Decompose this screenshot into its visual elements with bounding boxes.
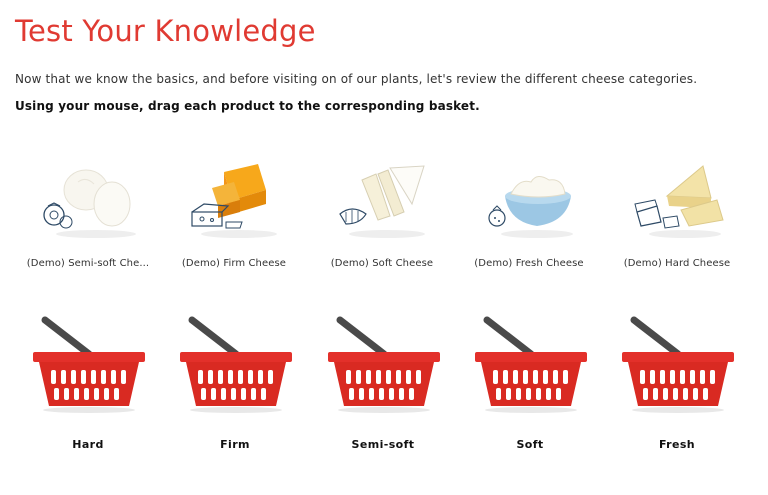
draggable-product-soft[interactable]: (Demo) Soft Cheese [312,160,452,275]
shopping-basket-icon [180,316,292,413]
cheddar-block-icon [191,164,277,238]
product-label: (Demo) Semi-soft Che... [26,258,150,269]
draggable-product-firm[interactable]: (Demo) Firm Cheese [164,160,304,275]
mozzarella-tomato-icon [43,169,136,238]
product-label: (Demo) Hard Cheese [623,258,731,269]
parmesan-wedge-icon [634,165,724,238]
drop-basket-soft[interactable]: Soft [465,310,595,460]
drop-basket-semi-soft[interactable]: Semi-soft [318,310,448,460]
brie-wedges-icon [339,165,425,238]
shopping-basket-icon [328,316,440,413]
intro-text: Now that we know the basics, and before … [15,72,698,86]
basket-label: Firm [220,438,250,451]
product-row: (Demo) Semi-soft Che... (Demo) Firm Chee… [0,160,768,280]
basket-label: Fresh [658,438,696,451]
drop-basket-fresh[interactable]: Fresh [612,310,742,460]
draggable-product-hard[interactable]: (Demo) Hard Cheese [607,160,747,275]
basket-label: Hard [72,438,104,451]
drop-basket-firm[interactable]: Firm [170,310,300,460]
basket-label: Semi-soft [351,438,415,451]
drop-basket-hard[interactable]: Hard [23,310,153,460]
basket-row: Hard Firm Semi-soft Soft Fresh [0,310,768,470]
shopping-basket-icon [622,316,734,413]
page-title: Test Your Knowledge [15,14,316,48]
product-label: (Demo) Fresh Cheese [474,258,584,269]
ricotta-bowl-icon [488,176,573,238]
product-label: (Demo) Soft Cheese [330,258,434,269]
draggable-product-fresh[interactable]: (Demo) Fresh Cheese [459,160,599,275]
product-label: (Demo) Firm Cheese [181,258,287,269]
draggable-product-semi-soft[interactable]: (Demo) Semi-soft Che... [18,160,158,275]
shopping-basket-icon [475,316,587,413]
instruction-text: Using your mouse, drag each product to t… [15,99,480,113]
shopping-basket-icon [33,316,145,413]
basket-label: Soft [516,438,544,451]
